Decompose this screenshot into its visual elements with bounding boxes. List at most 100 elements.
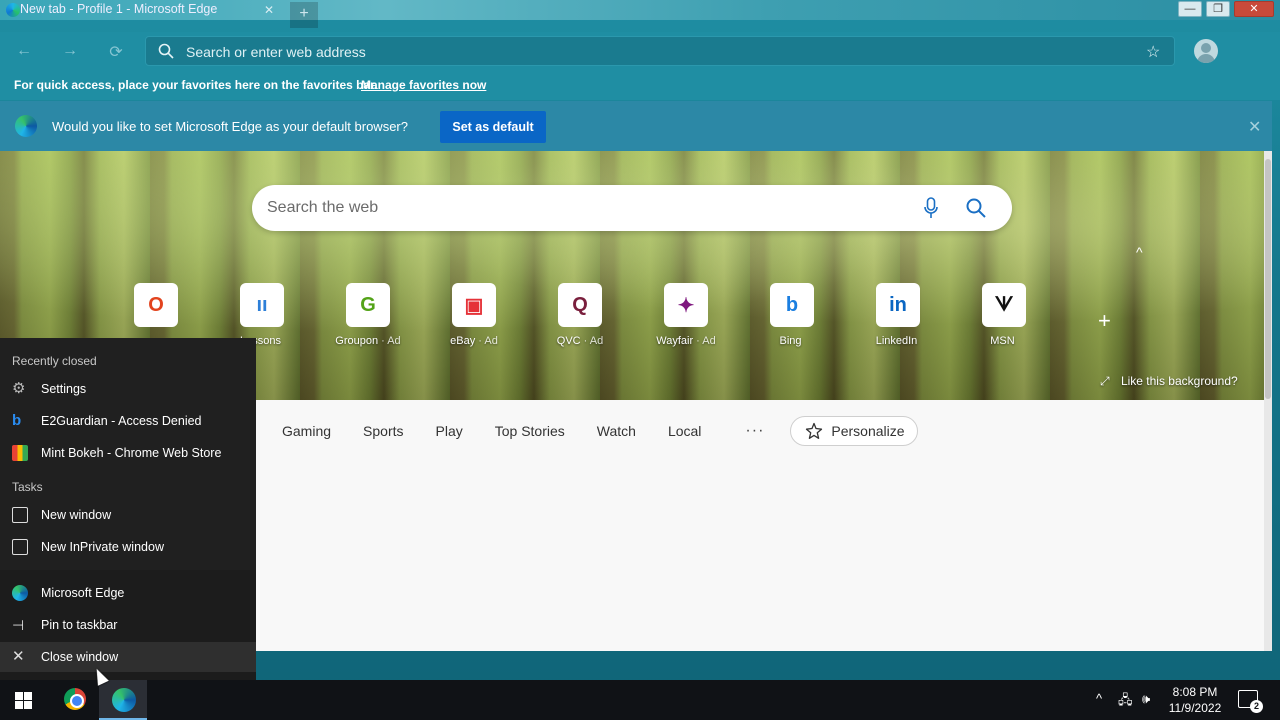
edge-logo-icon — [6, 3, 20, 17]
address-input[interactable] — [186, 41, 1086, 63]
tab-sports[interactable]: Sports — [363, 423, 403, 439]
minimize-button[interactable]: — — [1178, 1, 1202, 17]
action-center-icon[interactable]: 2 — [1238, 690, 1263, 713]
jump-item-new-window[interactable]: New window — [0, 500, 256, 530]
lessons-icon: ıı — [240, 283, 284, 327]
edge-logo-icon — [15, 115, 37, 137]
close-banner-icon[interactable]: ✕ — [1248, 117, 1261, 137]
new-tab-button[interactable]: + — [290, 2, 318, 28]
set-default-button[interactable]: Set as default — [440, 111, 546, 143]
site-tile-label: QVC · Ad — [535, 335, 625, 347]
notification-count: 2 — [1250, 700, 1263, 713]
groupon-icon: G — [346, 283, 390, 327]
refresh-icon[interactable]: ⟳ — [106, 42, 126, 62]
site-name: Bing — [779, 335, 802, 347]
edge-logo-icon — [12, 585, 28, 601]
site-tile[interactable]: G Groupon · Ad — [323, 283, 413, 347]
address-row: ← → ⟳ — [0, 32, 1280, 70]
tasks-header: Tasks — [12, 480, 43, 494]
maximize-button[interactable]: ❐ — [1206, 1, 1230, 17]
site-name: Groupon — [335, 335, 379, 347]
site-name: MSN — [990, 335, 1015, 347]
taskbar-chrome[interactable] — [50, 680, 98, 720]
search-icon[interactable] — [966, 198, 986, 218]
ad-badge: · Ad — [478, 335, 498, 347]
office-icon: O — [134, 283, 178, 327]
site-tile[interactable]: Q QVC · Ad — [535, 283, 625, 347]
sparkle-icon — [806, 422, 823, 439]
tab-local[interactable]: Local — [668, 423, 701, 439]
linkedin-icon: in — [876, 283, 920, 327]
ad-badge: · Ad — [381, 335, 401, 347]
site-tile-label: Wayfair · Ad — [641, 335, 731, 347]
add-site-button[interactable]: + — [1098, 308, 1111, 334]
qvc-icon: Q — [558, 283, 602, 327]
site-tile-label: MSN — [959, 335, 1049, 347]
bing-icon: b — [770, 283, 814, 327]
personalize-label: Personalize — [831, 423, 905, 439]
add-favorite-icon[interactable]: ☆ — [1146, 42, 1160, 62]
bing-icon: b — [12, 412, 22, 429]
network-icon[interactable]: 🖧 — [1118, 691, 1133, 713]
profile-avatar[interactable] — [1194, 39, 1218, 63]
web-search-box[interactable] — [252, 185, 1012, 231]
more-options-button[interactable]: ··· — [745, 422, 764, 440]
address-bar[interactable] — [145, 36, 1175, 66]
system-clock[interactable]: 8:08 PM 11/9/2022 — [1166, 684, 1224, 716]
show-hidden-icons-icon[interactable]: ^ — [1096, 691, 1102, 706]
jump-item-close-window[interactable]: ✕ Close window — [0, 642, 256, 672]
site-name: eBay — [450, 335, 476, 347]
clock-date: 11/9/2022 — [1168, 701, 1222, 715]
tab-close-icon[interactable]: ✕ — [264, 3, 274, 17]
msn-icon: ᗐ — [982, 283, 1026, 327]
expand-icon: ⤢ — [1100, 374, 1110, 388]
jump-item-new-inprivate-window[interactable]: New InPrivate window — [0, 532, 256, 562]
tab-play[interactable]: Play — [436, 423, 463, 439]
taskbar: ^ 🖧 🕪 8:08 PM 11/9/2022 2 — [0, 680, 1280, 720]
taskbar-edge[interactable] — [99, 680, 147, 720]
site-tile[interactable]: ✦ Wayfair · Ad — [641, 283, 731, 347]
personalize-button[interactable]: Personalize — [790, 416, 918, 446]
jump-item-settings[interactable]: ⚙ Settings — [0, 374, 256, 404]
tab-watch[interactable]: Watch — [597, 423, 636, 439]
jump-item-e2guardian[interactable]: b E2Guardian - Access Denied — [0, 406, 256, 436]
close-button[interactable]: ✕ — [1234, 1, 1274, 17]
volume-icon[interactable]: 🕪 — [1142, 691, 1150, 707]
jump-item-mint-bokeh[interactable]: Mint Bokeh - Chrome Web Store — [0, 438, 256, 468]
site-name: QVC — [556, 335, 581, 347]
site-tile-label: LinkedIn — [853, 335, 943, 347]
jump-item-pin-to-taskbar[interactable]: ⊣ Pin to taskbar — [0, 610, 256, 640]
banner-question: Would you like to set Microsoft Edge as … — [52, 119, 408, 134]
settings-gear-icon: ⚙ — [12, 380, 26, 397]
site-tile-label: Bing — [747, 335, 837, 347]
back-icon[interactable]: ← — [14, 42, 34, 62]
site-tile[interactable]: ᗐ MSN — [959, 283, 1049, 347]
manage-favorites-link[interactable]: Manage favorites now — [361, 78, 486, 92]
site-tile[interactable]: ▣ eBay · Ad — [429, 283, 519, 347]
like-background-button[interactable]: ⤢ Like this background? — [1100, 374, 1238, 389]
web-search-input[interactable] — [267, 197, 867, 219]
pin-icon: ⊣ — [12, 617, 25, 633]
forward-icon[interactable]: → — [60, 42, 80, 62]
tab-top-stories[interactable]: Top Stories — [495, 423, 565, 439]
favorites-hint: For quick access, place your favorites h… — [14, 78, 378, 92]
favorites-bar: For quick access, place your favorites h… — [0, 70, 1280, 100]
default-browser-banner: Would you like to set Microsoft Edge as … — [0, 101, 1272, 151]
collapse-chevron-icon[interactable]: ^ — [1136, 244, 1143, 260]
start-windows-icon[interactable] — [15, 692, 33, 710]
jump-item-microsoft-edge[interactable]: Microsoft Edge — [0, 578, 256, 608]
site-tile-label: eBay · Ad — [429, 335, 519, 347]
site-name: Wayfair — [656, 335, 694, 347]
site-tile[interactable]: b Bing — [747, 283, 837, 347]
clock-time: 8:08 PM — [1172, 685, 1218, 699]
like-background-label: Like this background? — [1120, 374, 1238, 388]
title-bar[interactable]: New tab - Profile 1 - Microsoft Edge ✕ +… — [0, 0, 1280, 28]
ad-badge: · Ad — [696, 335, 716, 347]
ebay-icon: ▣ — [452, 283, 496, 327]
tab-gaming[interactable]: Gaming — [282, 423, 331, 439]
edge-logo-icon — [112, 688, 136, 712]
site-tile[interactable]: in LinkedIn — [853, 283, 943, 347]
microphone-icon[interactable] — [924, 197, 938, 219]
taskbar-jump-list: Recently closed ⚙ Settings b E2Guardian … — [0, 338, 256, 680]
page-scrollbar[interactable] — [1264, 151, 1272, 651]
